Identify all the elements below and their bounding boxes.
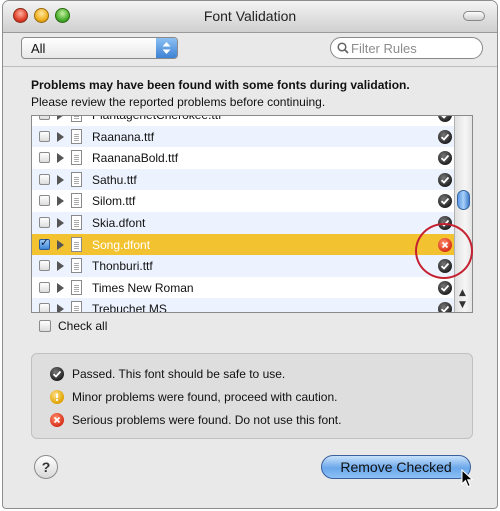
filter-popup-value: All — [31, 41, 46, 56]
disclosure-triangle-icon[interactable] — [57, 261, 64, 272]
font-file-icon — [71, 171, 82, 187]
font-row-checkbox[interactable] — [39, 303, 50, 312]
font-row-checkbox[interactable] — [39, 152, 50, 164]
font-row-checkbox[interactable] — [39, 173, 50, 185]
serious-error-icon — [50, 413, 64, 427]
font-file-icon — [71, 116, 82, 122]
font-row[interactable]: PlantagenetCherokee.ttf — [32, 115, 454, 126]
font-row-checkbox[interactable] — [39, 195, 50, 207]
scroll-down-arrow-icon[interactable]: ▼ — [459, 300, 466, 310]
legend-minor-text: Minor problems were found, proceed with … — [72, 390, 338, 404]
scrollbar-thumb[interactable] — [457, 190, 470, 210]
font-file-icon — [71, 214, 82, 230]
font-file-icon — [71, 258, 82, 274]
passed-check-icon — [438, 172, 452, 187]
toolbar-divider — [3, 66, 497, 67]
magnifier-icon — [337, 42, 349, 54]
disclosure-triangle-icon[interactable] — [57, 196, 64, 207]
problems-headline: Problems may have been found with some f… — [31, 78, 410, 92]
scroll-up-arrow-icon[interactable]: ▲ — [459, 288, 466, 298]
font-row[interactable]: RaananaBold.ttf — [32, 147, 454, 169]
popup-arrows-icon — [156, 38, 177, 58]
passed-check-icon — [438, 151, 452, 166]
font-row-name: Skia.dfont — [92, 215, 146, 230]
disclosure-triangle-icon[interactable] — [57, 131, 64, 142]
disclosure-triangle-icon[interactable] — [57, 217, 64, 228]
disclosure-triangle-icon[interactable] — [57, 282, 64, 293]
passed-check-icon — [438, 116, 452, 122]
font-validation-window: Font Validation All Problems may have be… — [2, 0, 498, 509]
check-all-checkbox[interactable] — [39, 320, 51, 332]
disclosure-triangle-icon[interactable] — [57, 153, 64, 164]
font-row-checkbox[interactable] — [39, 116, 50, 120]
passed-check-icon — [438, 129, 452, 144]
font-row-checkbox[interactable] — [39, 260, 50, 272]
minor-warning-icon — [50, 390, 64, 404]
check-all-label[interactable]: Check all — [58, 319, 107, 333]
font-row[interactable]: Raanana.ttf — [32, 125, 454, 148]
window-title: Font Validation — [203, 8, 297, 24]
legend-passed-text: Passed. This font should be safe to use. — [72, 367, 286, 381]
font-row-name: PlantagenetCherokee.ttf — [92, 115, 222, 122]
font-row[interactable]: Thonburi.ttf — [32, 255, 454, 277]
font-row-checkbox[interactable] — [39, 281, 50, 293]
font-row-name: Thonburi.ttf — [92, 259, 153, 274]
font-list[interactable]: PlantagenetCherokee.ttf Raanana.ttf Raanan… — [31, 115, 473, 313]
highlight-circle-annotation — [415, 223, 473, 279]
font-row-checkbox[interactable] — [39, 236, 50, 250]
font-row-name: Song.dfont — [92, 237, 151, 252]
font-file-icon — [71, 193, 82, 209]
help-button[interactable]: ? — [34, 455, 58, 479]
font-file-icon — [71, 301, 82, 312]
filter-rules-input[interactable] — [351, 40, 473, 56]
disclosure-triangle-icon[interactable] — [57, 239, 64, 250]
title-bar[interactable]: Font Validation — [3, 1, 497, 33]
problems-detail: Please review the reported problems befo… — [31, 95, 326, 109]
font-row[interactable]: Song.dfont — [32, 233, 454, 256]
font-row[interactable]: Skia.dfont — [32, 211, 454, 234]
font-row[interactable]: Trebuchet MS — [32, 298, 454, 313]
font-row-name: Trebuchet MS — [92, 302, 167, 313]
font-file-icon — [71, 128, 82, 144]
status-legend: Passed. This font should be safe to use.… — [31, 353, 473, 439]
disclosure-triangle-icon[interactable] — [57, 116, 64, 120]
font-row[interactable]: Silom.ttf — [32, 190, 454, 212]
font-file-icon — [71, 150, 82, 166]
disclosure-triangle-icon[interactable] — [57, 174, 64, 185]
font-list-rows: PlantagenetCherokee.ttf Raanana.ttf Raanan… — [32, 115, 454, 313]
font-file-icon — [71, 279, 82, 295]
font-row-checkbox[interactable] — [39, 130, 50, 142]
font-list-scrollbar[interactable]: ▲ ▼ — [454, 116, 472, 312]
font-row-checkbox[interactable] — [39, 216, 50, 228]
filter-rules-search[interactable] — [330, 37, 483, 59]
font-row[interactable]: Times New Roman — [32, 277, 454, 299]
font-row[interactable]: Sathu.ttf — [32, 168, 454, 191]
passed-check-icon — [438, 280, 452, 295]
passed-check-icon — [438, 302, 452, 312]
font-file-icon — [71, 236, 82, 252]
toolbar-toggle-button[interactable] — [463, 11, 485, 21]
mouse-pointer-icon — [461, 469, 474, 488]
passed-check-icon — [438, 194, 452, 209]
font-row-name: Raanana.ttf — [92, 129, 155, 144]
filter-popup[interactable]: All — [21, 37, 178, 59]
remove-checked-button[interactable]: Remove Checked — [321, 455, 471, 479]
font-row-name: RaananaBold.ttf — [92, 151, 179, 166]
font-row-name: Sathu.ttf — [92, 172, 137, 187]
disclosure-triangle-icon[interactable] — [57, 304, 64, 312]
legend-serious-text: Serious problems were found. Do not use … — [72, 413, 342, 427]
font-row-name: Silom.ttf — [92, 194, 136, 209]
font-row-name: Times New Roman — [92, 280, 194, 295]
passed-check-icon — [50, 367, 64, 381]
